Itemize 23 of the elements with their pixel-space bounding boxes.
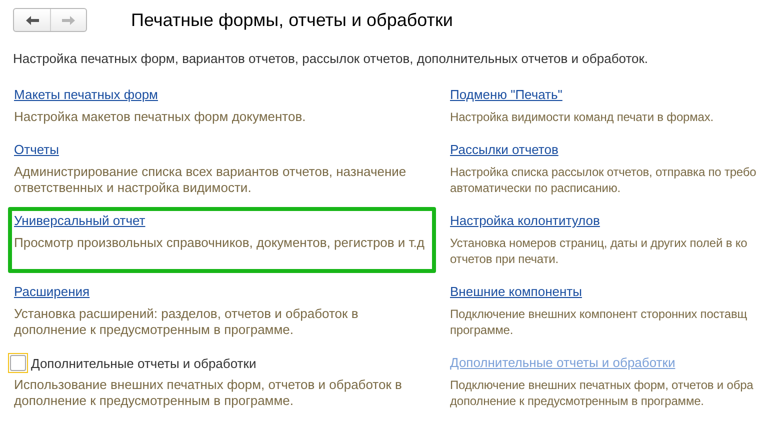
section-link[interactable]: Настройка колонтитулов [450, 213, 600, 229]
page-description: Настройка печатных форм, вариантов отчетов, рассылок отчетов, дополнительных отчетов и обработок. [13, 51, 650, 66]
section-link[interactable]: Внешние компоненты [450, 284, 582, 300]
arrow-left-icon [26, 16, 38, 24]
arrow-right-icon [62, 16, 75, 24]
section-link[interactable]: Макеты печатных форм [14, 87, 158, 103]
page-title: Печатные формы, отчеты и обработки [131, 10, 453, 30]
description-text: Установка расширений: разделов, отчетов и обработок в дополнение к предусмотренным в программе. [14, 306, 360, 338]
section-link[interactable]: Подменю "Печать" [450, 87, 562, 103]
section-link[interactable]: Отчеты [14, 142, 59, 158]
description-text: Использование внешних печатных форм, отчетов и обработок в дополнение к предусмотренным в программе. [14, 377, 403, 409]
checkbox-label[interactable]: Дополнительные отчеты и обработки [31, 356, 256, 370]
section-link[interactable]: Рассылки отчетов [450, 142, 558, 158]
description-text: Подключение внешних компонент сторонних поставщ программе. [450, 306, 748, 338]
description-text: Подключение внешних печатных форм, отчетов и обра дополнение к предусмотренным в программе. [450, 377, 754, 409]
description-text: Настройка списка рассылок отчетов, отправка по требо автоматически по расписанию. [450, 164, 758, 196]
description-text: Просмотр произвольных справочников, документов, регистров и т.д [14, 235, 426, 251]
section-link[interactable]: Универсальный отчет [14, 213, 146, 229]
section-link[interactable]: Расширения [14, 284, 90, 300]
description-text: Настройка макетов печатных форм документов. [14, 109, 307, 125]
description-text: Настройка видимости команд печати в формах. [450, 109, 714, 125]
description-text: Установка номеров страниц, даты и других полей в ко отчетов при печати. [450, 235, 748, 267]
description-text: Администрирование списка всех вариантов отчетов, назначение ответственных и настройка видимости. [14, 164, 408, 196]
